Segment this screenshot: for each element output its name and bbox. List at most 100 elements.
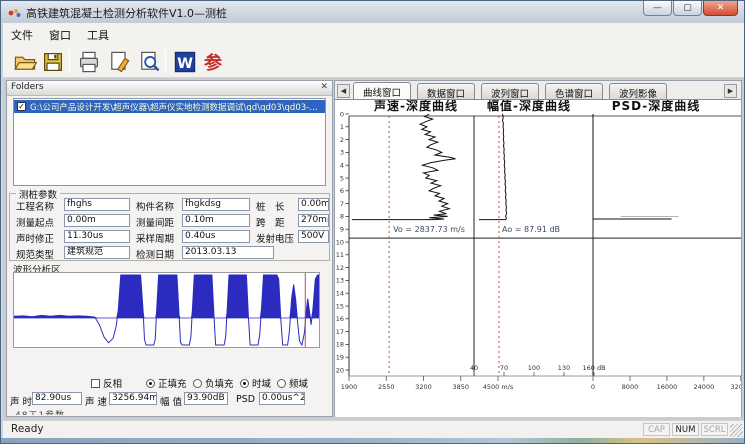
minimize-button[interactable]: — — [643, 1, 672, 16]
tab-3[interactable]: 波列窗口 — [481, 83, 539, 99]
svg-text:130: 130 — [558, 364, 570, 372]
print-preview-button[interactable] — [137, 50, 161, 74]
application-window: 高铁建筑混凝土检测分析软件V1.0—测桩 — ▢ ✕ 文件窗口工具 W参 Fol… — [0, 0, 745, 444]
svg-text:100: 100 — [528, 364, 540, 372]
svg-text:19: 19 — [336, 354, 344, 362]
param-field[interactable]: fhghs — [64, 198, 130, 211]
svg-text:18: 18 — [336, 341, 344, 349]
svg-text:70: 70 — [500, 364, 508, 372]
menu-bar: 文件窗口工具 — [3, 23, 744, 46]
svg-text:12: 12 — [336, 264, 344, 272]
radio-icon[interactable] — [240, 379, 249, 388]
svg-text:4500 m/s: 4500 m/s — [483, 383, 514, 391]
readout-label: PSD — [236, 394, 255, 405]
param-field[interactable]: 11.30us — [64, 230, 130, 243]
control-label: 负填充 — [205, 376, 234, 390]
item-checkbox[interactable]: ✓ — [17, 102, 26, 111]
resize-grip[interactable] — [730, 424, 743, 437]
print-setup-button[interactable] — [107, 50, 131, 74]
param-label: 跨 距 — [256, 215, 285, 229]
radio-icon[interactable] — [277, 379, 286, 388]
tab-1[interactable]: 曲线窗口 — [353, 82, 411, 99]
client-area: Folders ✕ ✓G:\公司产品设计开发\超声仪器\超声仪实地检测数据调试\… — [3, 78, 744, 420]
window-frame-bottom — [1, 438, 744, 444]
menu-item-0[interactable]: 文件 — [3, 23, 41, 43]
readouts-row: 声 时82.90us声 速3256.94m/s幅 值93.90dBPSD0.00… — [7, 392, 332, 407]
param-field[interactable]: 0.40us — [182, 230, 250, 243]
radio-icon[interactable] — [146, 379, 155, 388]
readout-label: 声 速 — [85, 394, 107, 408]
svg-text:7: 7 — [340, 200, 344, 208]
list-item[interactable]: ✓G:\公司产品设计开发\超声仪器\超声仪实地检测数据调试\qd\qd03\qd… — [14, 100, 325, 113]
param-field[interactable]: 0.10m — [182, 214, 250, 227]
control-label: 频域 — [289, 376, 308, 390]
readout-field[interactable]: 82.90us — [32, 392, 82, 405]
checkbox-icon[interactable] — [91, 379, 100, 388]
folders-panel-header: Folders ✕ — [7, 81, 332, 96]
svg-text:8000: 8000 — [622, 383, 639, 391]
tab-2[interactable]: 数据窗口 — [417, 83, 475, 99]
indicator-num: NUM — [672, 423, 699, 436]
maximize-button[interactable]: ▢ — [673, 1, 702, 16]
svg-text:13: 13 — [336, 277, 344, 285]
toolbar-separator — [165, 50, 166, 73]
parameters-button[interactable]: 参 — [201, 50, 225, 74]
charts-area: 01234567891011121314151617181920声速-深度曲线V… — [335, 99, 741, 417]
folders-panel: Folders ✕ ✓G:\公司产品设计开发\超声仪器\超声仪实地检测数据调试\… — [6, 80, 333, 417]
tab-5[interactable]: 波列影像 — [609, 83, 667, 99]
print-preview-icon — [137, 50, 161, 74]
menu-item-2[interactable]: 工具 — [79, 23, 117, 43]
time-domain-radio[interactable]: 时域 — [240, 376, 271, 390]
tab-4[interactable]: 色谱窗口 — [545, 83, 603, 99]
print-button[interactable] — [77, 50, 101, 74]
readout-field[interactable]: 93.90dB — [184, 392, 228, 405]
tab-scroll-right[interactable]: ▶ — [724, 84, 737, 98]
save-icon — [41, 50, 65, 74]
svg-text:声速-深度曲线: 声速-深度曲线 — [373, 100, 458, 113]
svg-text:PSD-深度曲线: PSD-深度曲线 — [612, 100, 701, 113]
waveform-plot — [13, 272, 320, 348]
control-label: 反相 — [103, 376, 122, 390]
svg-text:24000: 24000 — [694, 383, 715, 391]
file-list[interactable]: ✓G:\公司产品设计开发\超声仪器\超声仪实地检测数据调试\qd\qd03\qd… — [13, 98, 326, 186]
folders-close-icon[interactable]: ✕ — [320, 82, 328, 92]
close-button[interactable]: ✕ — [703, 1, 738, 16]
param-field[interactable]: 2013.03.13 — [182, 246, 274, 259]
param-field[interactable]: 500V — [298, 230, 329, 243]
radio-icon[interactable] — [193, 379, 202, 388]
control-label: 正填充 — [158, 376, 187, 390]
invert-checkbox[interactable]: 反相 — [91, 376, 122, 390]
svg-text:5: 5 — [340, 174, 344, 182]
tab-scroll-left[interactable]: ◀ — [337, 84, 350, 98]
fill-positive-radio[interactable]: 正填充 — [146, 376, 187, 390]
svg-text:6: 6 — [340, 187, 344, 195]
word-export-button[interactable]: W — [173, 50, 197, 74]
readout-field[interactable]: 3256.94m/s — [109, 392, 157, 405]
svg-text:参: 参 — [204, 52, 223, 74]
param-label: 声时修正 — [16, 231, 54, 245]
readout-field[interactable]: 0.00us^2/m — [259, 392, 305, 405]
svg-text:2: 2 — [340, 136, 344, 144]
toolbar-separator — [69, 50, 70, 73]
svg-text:8: 8 — [340, 213, 344, 221]
svg-text:16000: 16000 — [657, 383, 678, 391]
param-field[interactable]: 0.00m — [298, 198, 329, 211]
save-button[interactable] — [41, 50, 65, 74]
param-label: 采样周期 — [136, 231, 174, 245]
readout-label: 声 时 — [10, 394, 32, 408]
title-bar: 高铁建筑混凝土检测分析软件V1.0—测桩 — ▢ ✕ — [1, 1, 744, 23]
svg-text:1900: 1900 — [341, 383, 358, 391]
param-field[interactable]: 270mm — [298, 214, 329, 227]
param-field[interactable]: 建筑规范 — [64, 246, 130, 259]
menu-item-1[interactable]: 窗口 — [41, 23, 79, 43]
svg-text:0: 0 — [591, 383, 595, 391]
param-label: 规范类型 — [16, 247, 54, 261]
svg-text:9: 9 — [340, 226, 344, 234]
freq-domain-radio[interactable]: 频域 — [277, 376, 308, 390]
indicator-scrl: SCRL — [701, 423, 728, 436]
param-field[interactable]: 0.00m — [64, 214, 130, 227]
open-file-button[interactable] — [13, 50, 37, 74]
param-field[interactable]: fhgkdsg — [182, 198, 250, 211]
tab-strip: ◀曲线窗口数据窗口波列窗口色谱窗口波列影像 ▶ — [335, 81, 741, 99]
fill-negative-radio[interactable]: 负填充 — [193, 376, 234, 390]
